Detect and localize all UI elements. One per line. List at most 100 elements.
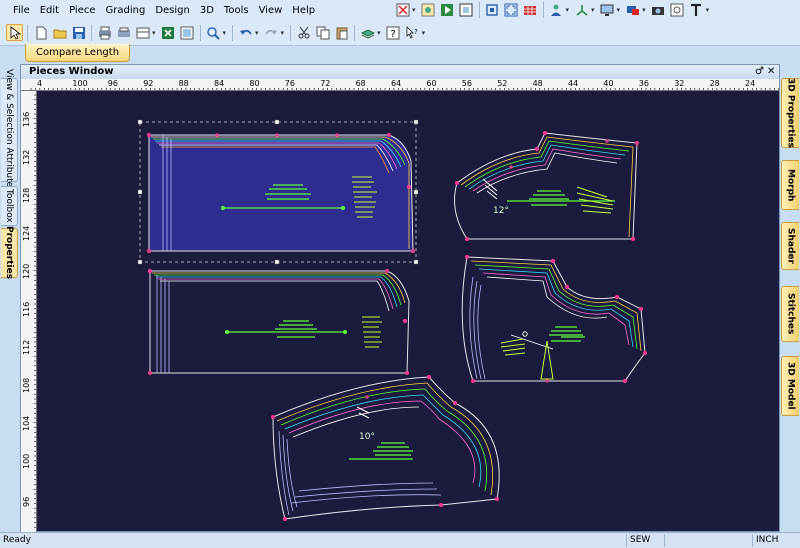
select-arrow-icon[interactable] [6,24,23,41]
pieces-window-titlebar: Pieces Window ♂ ✕ [21,65,779,79]
pattern-piece-bodice[interactable] [461,255,647,383]
layer-icon[interactable] [359,24,376,41]
status-ready: Ready [3,535,31,545]
export-icon[interactable] [179,24,196,41]
ruler-left-label: 136 [22,111,31,127]
tab-properties[interactable]: Properties [1,226,18,280]
ruler-top-label: 32 [674,79,685,88]
tab-shader[interactable]: Shader [781,222,799,270]
left-panel-tabs: View & Selection Attributes Toolbox Prop… [0,62,20,532]
tab-label: Properties [4,226,14,280]
piece-image-icon[interactable] [420,1,437,18]
menu-help[interactable]: Help [287,4,320,17]
ruler-left-label: 128 [22,187,31,203]
new-file-icon[interactable] [32,24,49,41]
undo-icon[interactable] [237,24,254,41]
text-tool-icon[interactable] [688,1,705,18]
menu-grading[interactable]: Grading [101,4,151,17]
plot-icon[interactable] [115,24,132,41]
ruler-top-label: 56 [461,79,472,88]
grade-rule-icon[interactable] [394,1,411,18]
pieces-window: Pieces Window ♂ ✕ 4 100 96 92 88 84 80 76 72 68 64… [20,64,780,532]
open-folder-icon[interactable] [51,24,68,41]
snapshot-icon[interactable] [669,1,686,18]
ruler-top-label: 96 [107,79,118,88]
frame-icon[interactable] [458,1,475,18]
main-toolbar: ▾ ▾ ▾ ▾ ▾ ? ? ▾ [0,22,800,46]
print-icon[interactable] [96,24,113,41]
tab-morph[interactable]: Morph [781,160,799,210]
camera-icon[interactable] [650,1,667,18]
tab-label: 3D Properties [785,78,796,148]
play-icon[interactable] [439,1,456,18]
pattern-piece-front-panel[interactable] [137,119,419,265]
cut-scissors-icon[interactable] [295,24,312,41]
copy-icon[interactable] [314,24,331,41]
ruler-top-label: 64 [391,79,402,88]
ruler-top-label: 72 [320,79,331,88]
fit-pieces-icon[interactable] [484,1,501,18]
ruler-left-label: 132 [22,149,31,165]
fabric-icon[interactable] [522,1,539,18]
ruler-vertical: 136 132 128 124 120 116 112 108 104 100 96 [21,91,37,532]
ruler-top-label: 84 [214,79,225,88]
ruler-top-label: 88 [178,79,189,88]
tab-label: View & Selection Attributes [4,68,14,192]
status-bar: Ready SEW INCH [0,532,800,548]
menu-design[interactable]: Design [150,4,195,17]
3d-toolbar: ▾ ▾ ▾ ▾ ▾ ▾ [394,1,711,18]
ruler-left-label: 100 [22,453,31,469]
pattern-piece-sleeve[interactable]: 12° [454,131,639,241]
ruler-left-label: 120 [22,263,31,279]
tab-3d-properties[interactable]: 3D Properties [781,78,799,148]
context-help-icon[interactable]: ? [404,24,421,41]
zoom-icon[interactable] [205,24,222,41]
ruler-top-label: 36 [638,79,649,88]
avatar-icon[interactable] [548,1,565,18]
render-icon[interactable] [624,1,641,18]
pattern-piece-lower-sleeve[interactable]: 10° [271,375,500,521]
redo-icon[interactable] [263,24,280,41]
ruler-left-label: 96 [22,496,31,507]
menu-piece[interactable]: Piece [64,4,100,17]
menu-file[interactable]: File [8,4,35,17]
paste-icon[interactable] [333,24,350,41]
save-icon[interactable] [70,24,87,41]
status-empty [664,534,752,547]
help-icon[interactable]: ? [385,24,402,41]
svg-text:?: ? [390,29,395,40]
right-panel-tabs: 3D Properties Morph Shader Stitches 3D M… [780,62,800,532]
menu-items: File Edit Piece Grading Design 3D Tools … [8,4,320,17]
cut-plan-icon[interactable] [134,24,151,41]
pin-icon[interactable]: ♂ [755,65,764,78]
menu-edit[interactable]: Edit [35,4,64,17]
ruler-top-label: 100 [72,79,88,88]
menu-bar: File Edit Piece Grading Design 3D Tools … [0,0,800,22]
close-icon[interactable]: ✕ [767,65,775,78]
monitor-icon[interactable] [599,1,616,18]
tab-label: Morph [785,168,796,202]
ruler-top-label: 40 [603,79,614,88]
excel-icon[interactable] [160,24,177,41]
pattern-canvas[interactable]: 12° 10° [37,91,780,532]
tab-toolbox[interactable]: Toolbox [1,186,18,226]
axis-icon[interactable] [573,1,590,18]
menu-view[interactable]: View [254,4,288,17]
menu-3d[interactable]: 3D [195,4,219,17]
tab-view-selection-attributes[interactable]: View & Selection Attributes [1,69,18,191]
tab-label: Toolbox [4,189,14,223]
ruler-top-label: 28 [709,79,720,88]
ruler-top-label: 92 [143,79,154,88]
tab-3d-model[interactable]: 3D Model [781,356,799,416]
status-mode: SEW [626,534,664,547]
tab-stitches[interactable]: Stitches [781,286,799,342]
ruler-top-label: 4 [37,79,43,88]
fit-all-icon[interactable] [503,1,520,18]
ruler-left-label: 116 [22,301,31,317]
compare-length-tab[interactable]: Compare Length [25,44,131,62]
ruler-top-label: 52 [497,79,508,88]
pattern-piece-back-panel[interactable] [148,269,410,375]
menu-tools[interactable]: Tools [219,4,254,17]
tab-label: Stitches [785,293,796,335]
angle-label-1: 12° [493,206,509,216]
